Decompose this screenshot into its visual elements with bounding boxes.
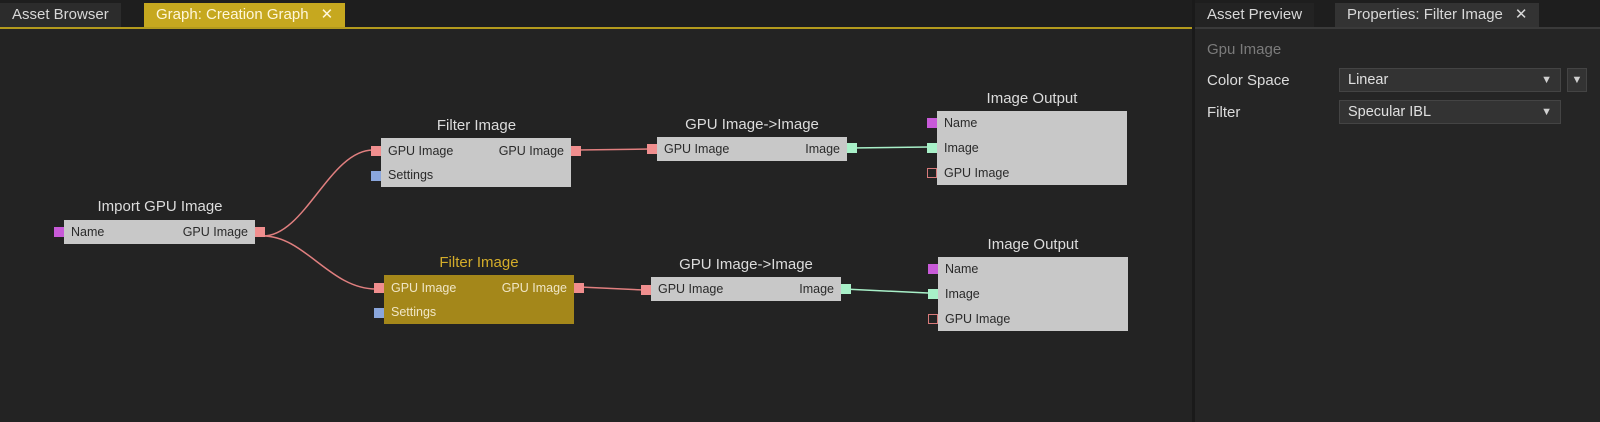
port-in-gpu-image[interactable] (641, 285, 651, 295)
filter-value: Specular IBL (1348, 104, 1432, 120)
port-label-image: Image (944, 141, 979, 155)
tab-label: Asset Preview (1207, 6, 1303, 23)
right-tabbar: Asset Preview Properties: Filter Image ✕ (1195, 0, 1600, 27)
node-filter-image-top[interactable]: GPU Image Settings GPU Image (381, 138, 571, 187)
port-in-name[interactable] (927, 118, 937, 128)
port-in-settings[interactable] (371, 171, 381, 181)
port-in-settings[interactable] (374, 308, 384, 318)
port-out-image[interactable] (847, 143, 857, 153)
tab-asset-browser[interactable]: Asset Browser (0, 3, 121, 27)
close-icon[interactable]: ✕ (321, 6, 334, 23)
chevron-down-icon: ▼ (1541, 106, 1552, 118)
wire-convert-bottom-to-output-bottom (843, 288, 929, 294)
port-label-gpu-image-in: GPU Image (388, 144, 454, 158)
port-label-gpu-image-out: GPU Image (501, 281, 567, 295)
port-label-settings: Settings (388, 168, 434, 182)
color-space-value: Linear (1348, 72, 1389, 88)
port-label-image: Image (799, 282, 834, 296)
port-label-gpu-image-in: GPU Image (391, 281, 457, 295)
node-title-import: Import GPU Image (97, 198, 223, 215)
color-space-extra-button[interactable]: ▼ (1567, 68, 1587, 92)
color-space-dropdown[interactable]: Linear ▼ (1339, 68, 1561, 92)
node-title-convert-bottom: GPU Image->Image (679, 256, 813, 273)
port-label-gpu-image: GPU Image (944, 166, 1010, 180)
properties-panel: Asset Preview Properties: Filter Image ✕ (1195, 0, 1600, 422)
port-out-gpu-image[interactable] (255, 227, 265, 237)
port-in-gpu-image[interactable] (647, 144, 657, 154)
chevron-down-icon: ▼ (1571, 74, 1583, 86)
graph-canvas[interactable]: Import GPU Image Name GPU Image Filter I… (0, 29, 1192, 422)
chevron-down-icon: ▼ (1541, 74, 1552, 86)
port-label-gpu-image-out: GPU Image (498, 144, 564, 158)
tab-label: Graph: Creation Graph (156, 6, 309, 23)
wire-convert-top-to-output-top (849, 146, 929, 149)
port-label-image: Image (805, 142, 840, 156)
port-label-name: Name (71, 225, 105, 239)
node-image-output-top[interactable]: Name Image GPU Image (937, 111, 1127, 185)
tab-label: Properties: Filter Image (1347, 6, 1503, 23)
node-title-filter-top: Filter Image (436, 117, 517, 134)
port-label-gpu-image: GPU Image (664, 142, 730, 156)
wire-filter-bottom-to-convert-bottom (579, 286, 645, 291)
port-out-gpu-image[interactable] (574, 283, 584, 293)
wire-import-to-filter-bottom (262, 235, 377, 290)
close-icon[interactable]: ✕ (1515, 6, 1528, 23)
port-in-gpu-image[interactable] (374, 283, 384, 293)
node-import-gpu-image[interactable]: Name GPU Image (64, 220, 255, 244)
node-title-filter-bottom: Filter Image (439, 254, 519, 271)
tab-creation-graph[interactable]: Graph: Creation Graph ✕ (144, 3, 346, 27)
node-gpu-image-to-image-top[interactable]: GPU Image Image (657, 137, 847, 161)
filter-label: Filter (1207, 104, 1241, 121)
port-in-name[interactable] (54, 227, 64, 237)
port-in-gpu-image[interactable] (928, 314, 938, 324)
port-label-gpu-image: GPU Image (182, 225, 248, 239)
section-title: Gpu Image (1207, 41, 1282, 58)
node-title-output-top: Image Output (986, 90, 1078, 107)
port-label-name: Name (944, 116, 978, 130)
port-out-image[interactable] (841, 284, 851, 294)
wire-filter-top-to-convert-top (576, 148, 651, 151)
color-space-label: Color Space (1207, 72, 1290, 89)
port-in-gpu-image[interactable] (927, 168, 937, 178)
port-in-name[interactable] (928, 264, 938, 274)
node-title-convert-top: GPU Image->Image (685, 116, 819, 133)
node-title-output-bottom: Image Output (987, 236, 1079, 253)
node-gpu-image-to-image-bottom[interactable]: GPU Image Image (651, 277, 841, 301)
tab-asset-preview[interactable]: Asset Preview (1195, 3, 1315, 27)
wire-import-to-filter-top (262, 149, 374, 237)
port-label-image: Image (945, 287, 980, 301)
port-label-settings: Settings (391, 305, 437, 319)
tab-properties[interactable]: Properties: Filter Image ✕ (1335, 3, 1540, 27)
port-label-gpu-image: GPU Image (945, 312, 1011, 326)
port-in-gpu-image[interactable] (371, 146, 381, 156)
port-in-image[interactable] (927, 143, 937, 153)
left-tabbar: Asset Browser Graph: Creation Graph ✕ (0, 0, 1192, 27)
port-in-image[interactable] (928, 289, 938, 299)
graph-panel: Asset Browser Graph: Creation Graph ✕ Imp… (0, 0, 1192, 422)
node-filter-image-bottom[interactable]: GPU Image Settings GPU Image (384, 275, 574, 324)
port-label-name: Name (945, 262, 979, 276)
node-image-output-bottom[interactable]: Name Image GPU Image (938, 257, 1128, 331)
filter-dropdown[interactable]: Specular IBL ▼ (1339, 100, 1561, 124)
tab-label: Asset Browser (12, 6, 109, 23)
tab-underline (1195, 27, 1600, 29)
port-out-gpu-image[interactable] (571, 146, 581, 156)
port-label-gpu-image: GPU Image (658, 282, 724, 296)
